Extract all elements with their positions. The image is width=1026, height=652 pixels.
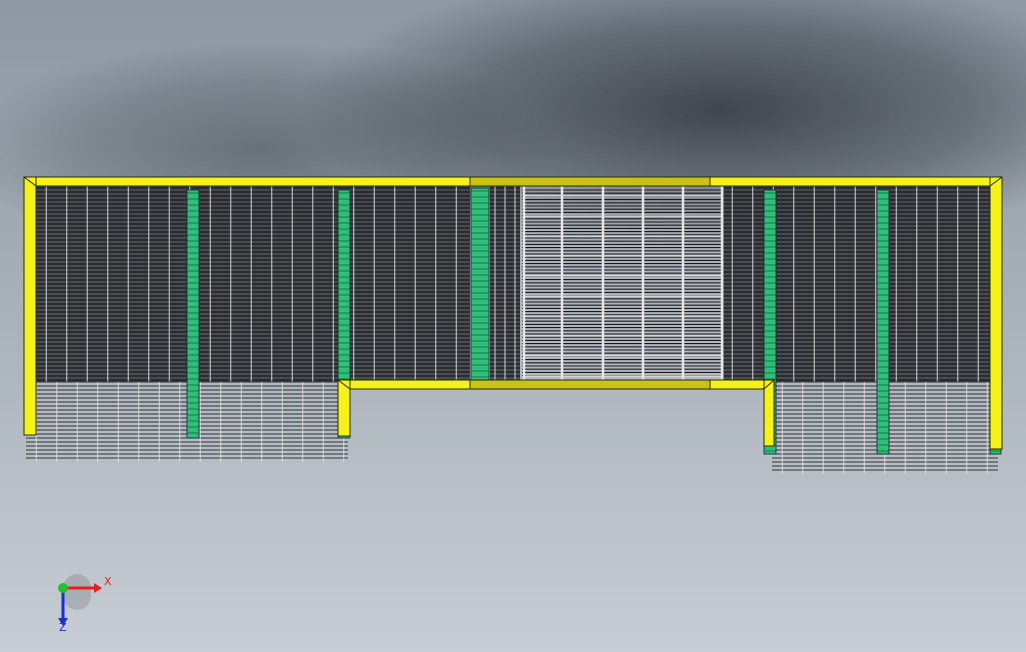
- inner-post-right: [763, 379, 775, 447]
- graphics-viewport[interactable]: X Z: [0, 0, 1026, 652]
- x-axis-arrowhead: [94, 583, 102, 593]
- top-rail-center: [469, 176, 713, 187]
- inner-post-left: [337, 379, 351, 437]
- z-axis-label: Z: [59, 621, 67, 634]
- view-orientation-triad: X Z: [46, 570, 126, 640]
- inner-rail-center: [469, 379, 713, 390]
- right-end-rail: [989, 176, 1003, 450]
- y-axis-dot: [58, 583, 68, 593]
- top-rail-left: [23, 176, 473, 187]
- inner-rail-left: [337, 379, 473, 390]
- triad-sphere-shadow: [63, 574, 91, 610]
- support-post: [876, 189, 890, 455]
- model-view[interactable]: [0, 0, 1026, 652]
- left-end-rail: [23, 176, 37, 436]
- top-rail-right: [709, 176, 1003, 187]
- triad-axes: [58, 574, 102, 626]
- support-post: [186, 189, 200, 439]
- support-post: [470, 187, 490, 381]
- x-axis-label: X: [104, 575, 112, 588]
